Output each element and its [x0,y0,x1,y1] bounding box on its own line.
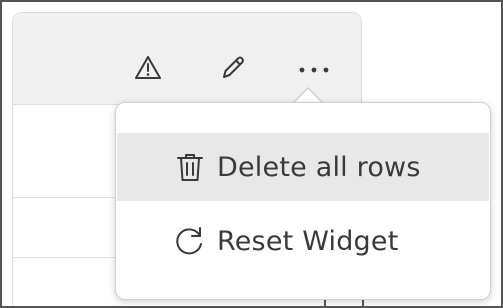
pencil-icon[interactable] [218,53,248,83]
refresh-icon [176,227,202,255]
delete-all-rows-menu-item[interactable]: Delete all rows [117,133,489,201]
reset-widget-label: Reset Widget [217,225,399,257]
widget-context-menu: Delete all rows Reset Widget [115,102,491,300]
screenshot-frame: Delete all rows Reset Widget [0,0,503,308]
reset-widget-menu-item[interactable]: Reset Widget [117,207,489,275]
delete-all-rows-label: Delete all rows [217,151,421,183]
more-horizontal-icon[interactable] [296,60,332,80]
trash-icon [177,154,203,181]
warning-triangle-icon[interactable] [133,53,163,83]
